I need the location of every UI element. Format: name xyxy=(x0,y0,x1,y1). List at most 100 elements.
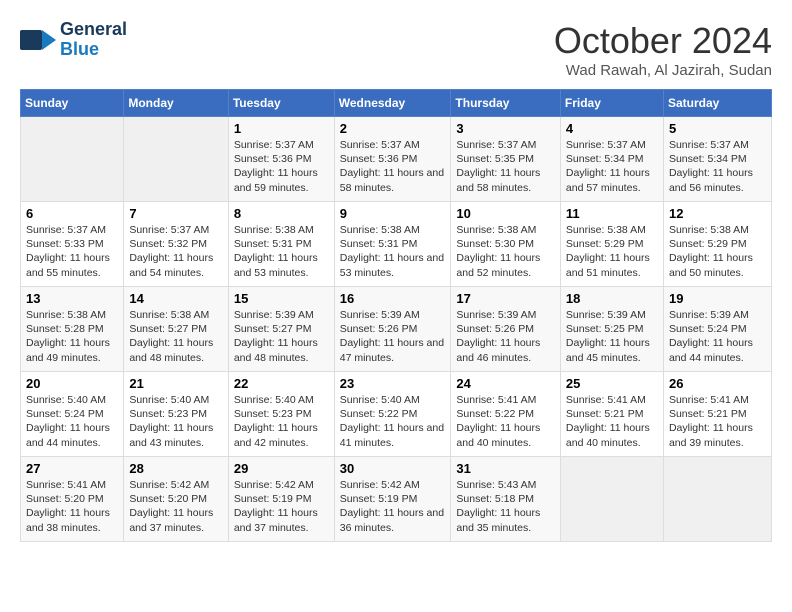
day-number: 8 xyxy=(234,206,329,221)
day-number: 17 xyxy=(456,291,554,306)
calendar-header-row: SundayMondayTuesdayWednesdayThursdayFrid… xyxy=(21,90,772,117)
month-title: October 2024 xyxy=(554,20,772,62)
logo: General Blue xyxy=(20,20,127,60)
day-number: 1 xyxy=(234,121,329,136)
day-number: 6 xyxy=(26,206,118,221)
calendar-cell: 12 Sunrise: 5:38 AMSunset: 5:29 PMDayligh… xyxy=(663,202,771,287)
calendar-cell xyxy=(124,117,229,202)
day-number: 12 xyxy=(669,206,766,221)
calendar-cell: 23 Sunrise: 5:40 AMSunset: 5:22 PMDayligh… xyxy=(334,372,451,457)
day-info: Sunrise: 5:40 AMSunset: 5:22 PMDaylight:… xyxy=(340,393,446,450)
day-info: Sunrise: 5:39 AMSunset: 5:27 PMDaylight:… xyxy=(234,308,329,365)
day-number: 27 xyxy=(26,461,118,476)
day-number: 16 xyxy=(340,291,446,306)
calendar-cell: 8 Sunrise: 5:38 AMSunset: 5:31 PMDaylight… xyxy=(228,202,334,287)
calendar-cell xyxy=(560,457,663,542)
calendar-cell: 15 Sunrise: 5:39 AMSunset: 5:27 PMDayligh… xyxy=(228,287,334,372)
day-info: Sunrise: 5:42 AMSunset: 5:19 PMDaylight:… xyxy=(234,478,329,535)
day-info: Sunrise: 5:37 AMSunset: 5:34 PMDaylight:… xyxy=(566,138,658,195)
day-info: Sunrise: 5:41 AMSunset: 5:20 PMDaylight:… xyxy=(26,478,118,535)
day-number: 30 xyxy=(340,461,446,476)
day-info: Sunrise: 5:38 AMSunset: 5:31 PMDaylight:… xyxy=(234,223,329,280)
day-number: 15 xyxy=(234,291,329,306)
day-number: 10 xyxy=(456,206,554,221)
logo-blue: Blue xyxy=(60,40,127,60)
day-info: Sunrise: 5:38 AMSunset: 5:29 PMDaylight:… xyxy=(566,223,658,280)
day-info: Sunrise: 5:39 AMSunset: 5:25 PMDaylight:… xyxy=(566,308,658,365)
day-number: 29 xyxy=(234,461,329,476)
calendar-cell: 22 Sunrise: 5:40 AMSunset: 5:23 PMDayligh… xyxy=(228,372,334,457)
calendar-cell: 11Sunrise: 5:38 AMSunset: 5:29 PMDayligh… xyxy=(560,202,663,287)
calendar-cell: 4Sunrise: 5:37 AMSunset: 5:34 PMDaylight… xyxy=(560,117,663,202)
calendar-cell: 6 Sunrise: 5:37 AMSunset: 5:33 PMDaylight… xyxy=(21,202,124,287)
weekday-header-thursday: Thursday xyxy=(451,90,560,117)
calendar-cell: 9 Sunrise: 5:38 AMSunset: 5:31 PMDaylight… xyxy=(334,202,451,287)
weekday-header-monday: Monday xyxy=(124,90,229,117)
calendar-week-row: 13 Sunrise: 5:38 AMSunset: 5:28 PMDayligh… xyxy=(21,287,772,372)
day-info: Sunrise: 5:38 AMSunset: 5:28 PMDaylight:… xyxy=(26,308,118,365)
day-info: Sunrise: 5:43 AMSunset: 5:18 PMDaylight:… xyxy=(456,478,554,535)
calendar-cell: 24Sunrise: 5:41 AMSunset: 5:22 PMDayligh… xyxy=(451,372,560,457)
calendar-cell: 16 Sunrise: 5:39 AMSunset: 5:26 PMDayligh… xyxy=(334,287,451,372)
calendar-cell: 2 Sunrise: 5:37 AMSunset: 5:36 PMDaylight… xyxy=(334,117,451,202)
calendar-cell: 17 Sunrise: 5:39 AMSunset: 5:26 PMDayligh… xyxy=(451,287,560,372)
day-number: 2 xyxy=(340,121,446,136)
day-number: 23 xyxy=(340,376,446,391)
calendar-cell: 5Sunrise: 5:37 AMSunset: 5:34 PMDaylight… xyxy=(663,117,771,202)
day-info: Sunrise: 5:39 AMSunset: 5:26 PMDaylight:… xyxy=(340,308,446,365)
day-info: Sunrise: 5:37 AMSunset: 5:32 PMDaylight:… xyxy=(129,223,223,280)
day-number: 20 xyxy=(26,376,118,391)
day-number: 31 xyxy=(456,461,554,476)
calendar-cell: 14 Sunrise: 5:38 AMSunset: 5:27 PMDayligh… xyxy=(124,287,229,372)
page-header: General Blue October 2024 Wad Rawah, Al … xyxy=(20,20,772,79)
day-number: 26 xyxy=(669,376,766,391)
calendar-cell: 28Sunrise: 5:42 AMSunset: 5:20 PMDayligh… xyxy=(124,457,229,542)
calendar-cell: 18 Sunrise: 5:39 AMSunset: 5:25 PMDayligh… xyxy=(560,287,663,372)
weekday-header-sunday: Sunday xyxy=(21,90,124,117)
calendar-cell: 20 Sunrise: 5:40 AMSunset: 5:24 PMDayligh… xyxy=(21,372,124,457)
day-info: Sunrise: 5:40 AMSunset: 5:23 PMDaylight:… xyxy=(129,393,223,450)
weekday-header-tuesday: Tuesday xyxy=(228,90,334,117)
day-number: 13 xyxy=(26,291,118,306)
day-number: 14 xyxy=(129,291,223,306)
day-number: 28 xyxy=(129,461,223,476)
day-number: 18 xyxy=(566,291,658,306)
calendar-cell: 31 Sunrise: 5:43 AMSunset: 5:18 PMDayligh… xyxy=(451,457,560,542)
location-title: Wad Rawah, Al Jazirah, Sudan xyxy=(554,62,772,79)
calendar-cell: 13 Sunrise: 5:38 AMSunset: 5:28 PMDayligh… xyxy=(21,287,124,372)
day-info: Sunrise: 5:38 AMSunset: 5:27 PMDaylight:… xyxy=(129,308,223,365)
day-number: 7 xyxy=(129,206,223,221)
day-info: Sunrise: 5:38 AMSunset: 5:29 PMDaylight:… xyxy=(669,223,766,280)
calendar-cell: 21 Sunrise: 5:40 AMSunset: 5:23 PMDayligh… xyxy=(124,372,229,457)
calendar-cell: 30 Sunrise: 5:42 AMSunset: 5:19 PMDayligh… xyxy=(334,457,451,542)
calendar-cell: 27 Sunrise: 5:41 AMSunset: 5:20 PMDayligh… xyxy=(21,457,124,542)
day-info: Sunrise: 5:37 AMSunset: 5:36 PMDaylight:… xyxy=(340,138,446,195)
calendar-cell xyxy=(21,117,124,202)
day-info: Sunrise: 5:41 AMSunset: 5:21 PMDaylight:… xyxy=(566,393,658,450)
calendar-cell: 29 Sunrise: 5:42 AMSunset: 5:19 PMDayligh… xyxy=(228,457,334,542)
calendar-cell: 19Sunrise: 5:39 AMSunset: 5:24 PMDayligh… xyxy=(663,287,771,372)
day-number: 5 xyxy=(669,121,766,136)
calendar-week-row: 6 Sunrise: 5:37 AMSunset: 5:33 PMDaylight… xyxy=(21,202,772,287)
day-number: 24 xyxy=(456,376,554,391)
title-block: October 2024 Wad Rawah, Al Jazirah, Suda… xyxy=(554,20,772,79)
calendar-table: SundayMondayTuesdayWednesdayThursdayFrid… xyxy=(20,89,772,542)
weekday-header-friday: Friday xyxy=(560,90,663,117)
calendar-cell xyxy=(663,457,771,542)
day-info: Sunrise: 5:42 AMSunset: 5:19 PMDaylight:… xyxy=(340,478,446,535)
calendar-cell: 1 Sunrise: 5:37 AMSunset: 5:36 PMDaylight… xyxy=(228,117,334,202)
calendar-cell: 26Sunrise: 5:41 AMSunset: 5:21 PMDayligh… xyxy=(663,372,771,457)
day-number: 21 xyxy=(129,376,223,391)
logo-icon xyxy=(20,22,56,58)
day-info: Sunrise: 5:37 AMSunset: 5:36 PMDaylight:… xyxy=(234,138,329,195)
day-info: Sunrise: 5:40 AMSunset: 5:23 PMDaylight:… xyxy=(234,393,329,450)
day-info: Sunrise: 5:38 AMSunset: 5:30 PMDaylight:… xyxy=(456,223,554,280)
day-info: Sunrise: 5:38 AMSunset: 5:31 PMDaylight:… xyxy=(340,223,446,280)
day-number: 22 xyxy=(234,376,329,391)
day-info: Sunrise: 5:40 AMSunset: 5:24 PMDaylight:… xyxy=(26,393,118,450)
day-info: Sunrise: 5:37 AMSunset: 5:33 PMDaylight:… xyxy=(26,223,118,280)
day-number: 9 xyxy=(340,206,446,221)
day-number: 3 xyxy=(456,121,554,136)
calendar-cell: 7 Sunrise: 5:37 AMSunset: 5:32 PMDaylight… xyxy=(124,202,229,287)
day-info: Sunrise: 5:39 AMSunset: 5:26 PMDaylight:… xyxy=(456,308,554,365)
